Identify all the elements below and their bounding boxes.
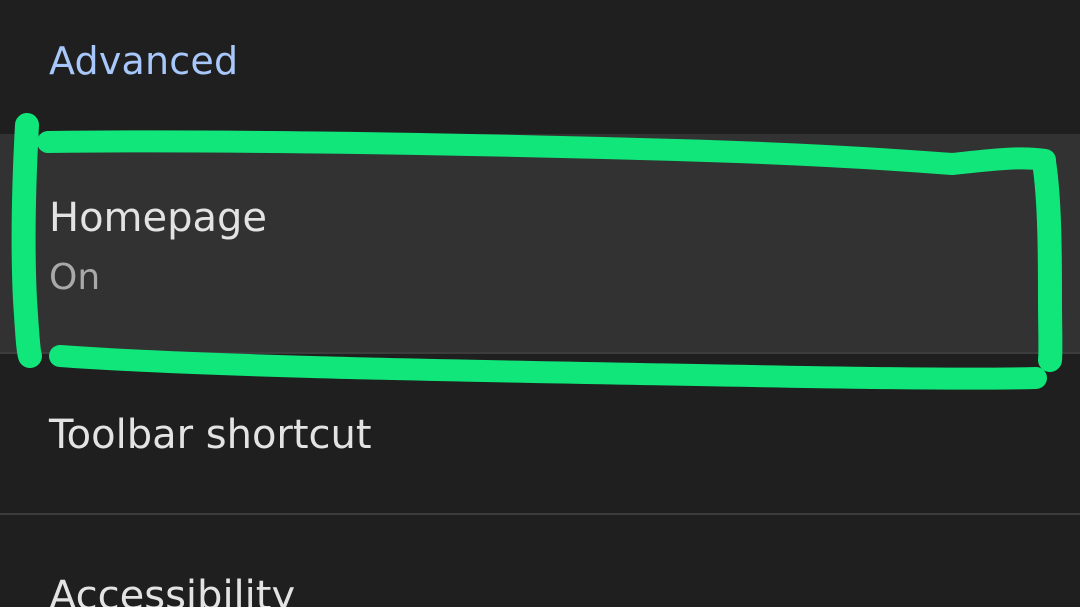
toolbar-shortcut-title: Toolbar shortcut bbox=[49, 412, 372, 458]
settings-item-toolbar-shortcut[interactable]: Toolbar shortcut bbox=[0, 354, 1080, 514]
section-title: Advanced bbox=[49, 39, 239, 83]
section-header-advanced: Advanced bbox=[0, 0, 1080, 134]
homepage-summary: On bbox=[49, 257, 101, 298]
settings-item-accessibility[interactable]: Accessibility bbox=[0, 515, 1080, 607]
settings-screen: Advanced Homepage On Toolbar shortcut Ac… bbox=[0, 0, 1080, 607]
settings-item-homepage[interactable]: Homepage On bbox=[0, 134, 1080, 353]
homepage-title: Homepage bbox=[49, 195, 268, 241]
accessibility-title: Accessibility bbox=[49, 573, 296, 607]
